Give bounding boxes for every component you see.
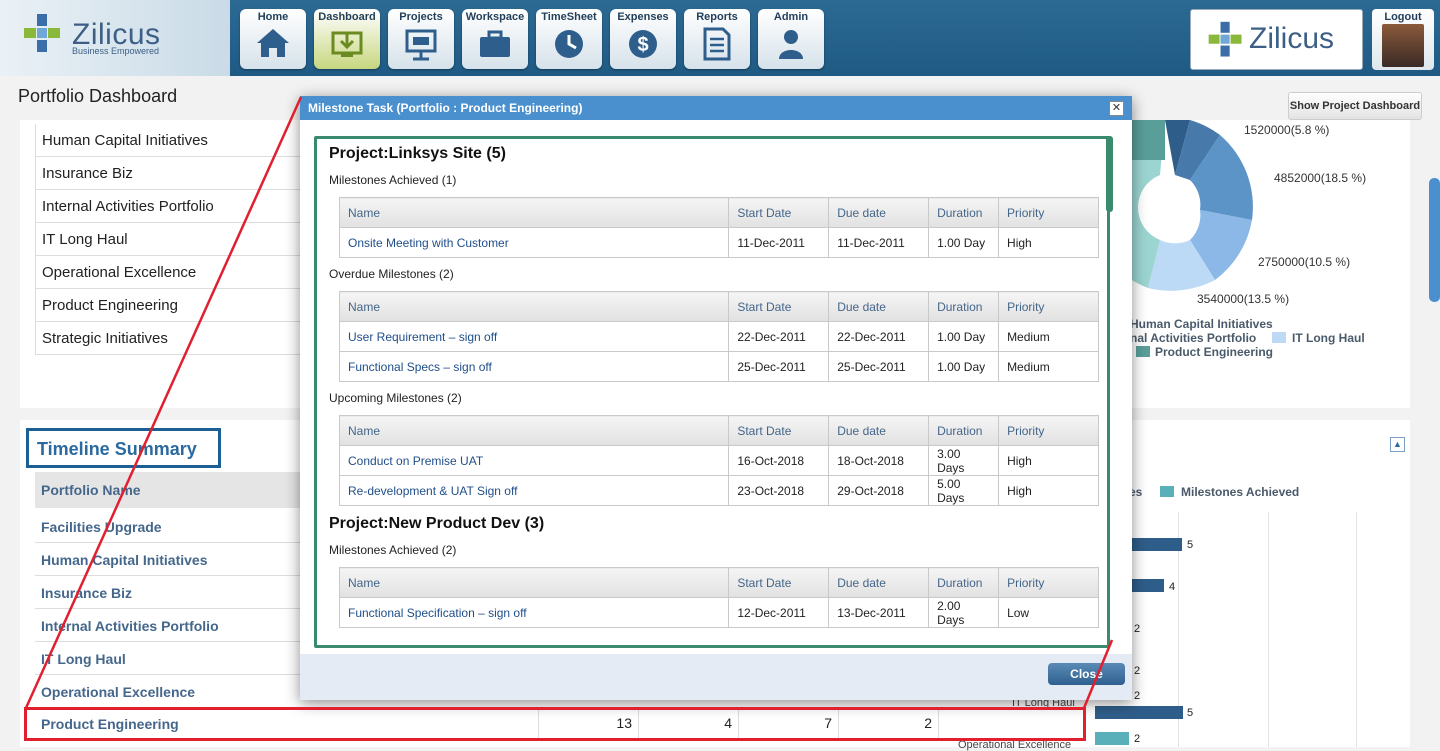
annotation-line [24,96,303,709]
annotation-lines [24,96,1114,709]
annotation-line [1082,639,1114,709]
